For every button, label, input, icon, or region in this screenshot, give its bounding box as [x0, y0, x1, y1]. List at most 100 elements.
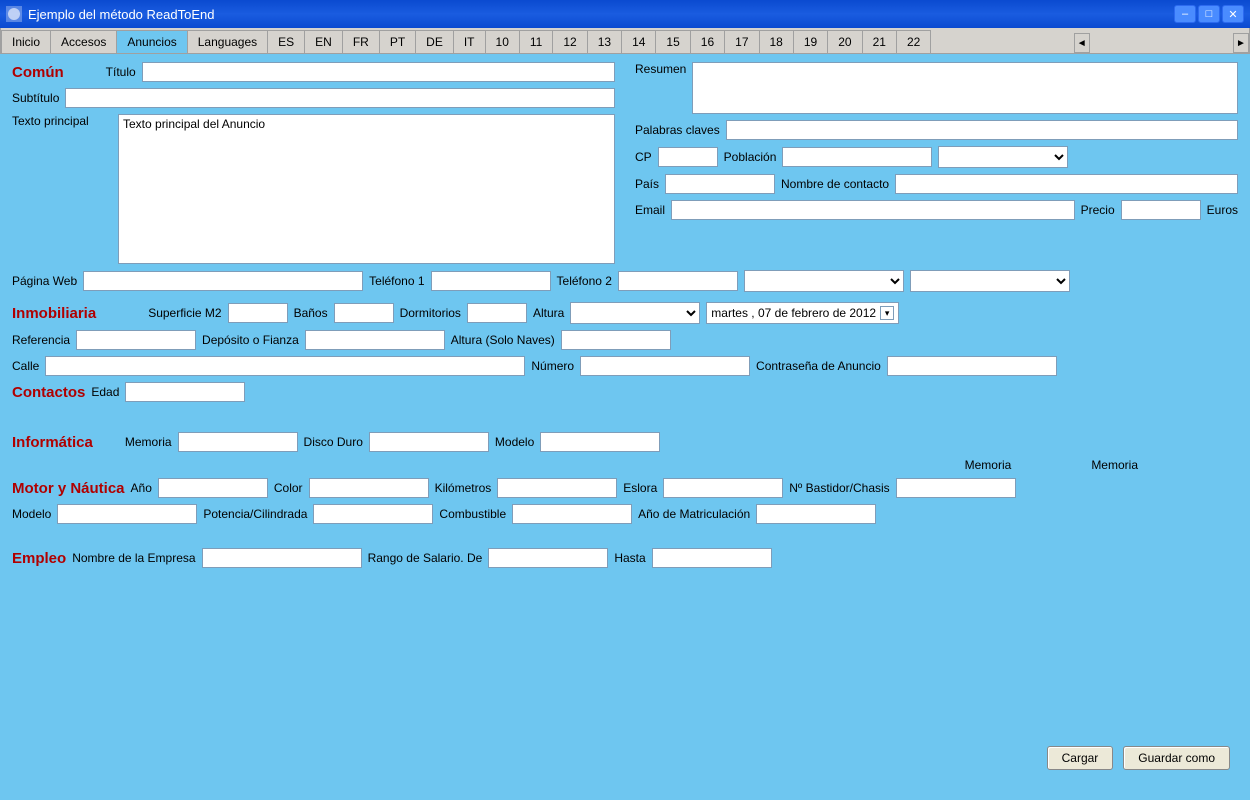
- pais-input[interactable]: [665, 174, 775, 194]
- euros-label: Euros: [1207, 203, 1238, 217]
- ano-input[interactable]: [158, 478, 268, 498]
- disco-duro-input[interactable]: [369, 432, 489, 452]
- tab-de[interactable]: DE: [415, 30, 454, 53]
- main-window: Ejemplo del método ReadToEnd – □ ✕ Inici…: [0, 0, 1250, 800]
- altura-select[interactable]: [570, 302, 700, 324]
- empresa-input[interactable]: [202, 548, 362, 568]
- modelo-motor-input[interactable]: [57, 504, 197, 524]
- tab-en[interactable]: EN: [304, 30, 343, 53]
- tab-fr[interactable]: FR: [342, 30, 380, 53]
- contrasena-input[interactable]: [887, 356, 1057, 376]
- kilometros-input[interactable]: [497, 478, 617, 498]
- tab-accesos[interactable]: Accesos: [50, 30, 117, 53]
- potencia-label: Potencia/Cilindrada: [203, 507, 307, 521]
- minimize-button[interactable]: –: [1174, 5, 1196, 23]
- titulo-input[interactable]: [142, 62, 615, 82]
- tab-it[interactable]: IT: [453, 30, 486, 53]
- deposito-input[interactable]: [305, 330, 445, 350]
- tab-20[interactable]: 20: [827, 30, 862, 53]
- resumen-label: Resumen: [635, 62, 686, 76]
- altura-naves-input[interactable]: [561, 330, 671, 350]
- tab-es[interactable]: ES: [267, 30, 305, 53]
- rango-salario-label: Rango de Salario. De: [368, 551, 483, 565]
- cp-label: CP: [635, 150, 652, 164]
- tab-16[interactable]: 16: [690, 30, 725, 53]
- superficie-input[interactable]: [228, 303, 288, 323]
- tab-12[interactable]: 12: [552, 30, 587, 53]
- referencia-input[interactable]: [76, 330, 196, 350]
- poblacion-select[interactable]: [938, 146, 1068, 168]
- color-input[interactable]: [309, 478, 429, 498]
- memoria2-label: Memoria: [965, 458, 1012, 472]
- edad-label: Edad: [91, 385, 119, 399]
- email-input[interactable]: [671, 200, 1075, 220]
- altura-label: Altura: [533, 306, 564, 320]
- dormitorios-input[interactable]: [467, 303, 527, 323]
- potencia-input[interactable]: [313, 504, 433, 524]
- kilometros-label: Kilómetros: [435, 481, 492, 495]
- tab-languages[interactable]: Languages: [187, 30, 268, 53]
- date-picker[interactable]: martes , 07 de febrero de 2012 ▾: [706, 302, 899, 324]
- subtitulo-input[interactable]: [65, 88, 615, 108]
- palabras-claves-input[interactable]: [726, 120, 1238, 140]
- extra-select-2[interactable]: [910, 270, 1070, 292]
- memoria-input[interactable]: [178, 432, 298, 452]
- texto-principal-textarea[interactable]: [118, 114, 615, 264]
- ano-label: Año: [131, 481, 152, 495]
- tab-13[interactable]: 13: [587, 30, 622, 53]
- rango-salario-hasta-input[interactable]: [652, 548, 772, 568]
- tab-11[interactable]: 11: [519, 30, 553, 53]
- tab-10[interactable]: 10: [485, 30, 520, 53]
- nombre-contacto-input[interactable]: [895, 174, 1238, 194]
- superficie-label: Superficie M2: [148, 306, 221, 320]
- tab-scroll-right-icon[interactable]: ►: [1233, 33, 1249, 53]
- cargar-button[interactable]: Cargar: [1047, 746, 1114, 770]
- precio-input[interactable]: [1121, 200, 1201, 220]
- pagina-web-input[interactable]: [83, 271, 363, 291]
- banos-label: Baños: [294, 306, 328, 320]
- eslora-label: Eslora: [623, 481, 657, 495]
- maximize-button[interactable]: □: [1198, 5, 1220, 23]
- app-icon: [6, 6, 22, 22]
- tab-scroll-left-icon[interactable]: ◄: [1074, 33, 1090, 53]
- ano-matriculacion-input[interactable]: [756, 504, 876, 524]
- pagina-web-label: Página Web: [12, 274, 77, 288]
- telefono2-label: Teléfono 2: [557, 274, 612, 288]
- edad-input[interactable]: [125, 382, 245, 402]
- tab-14[interactable]: 14: [621, 30, 656, 53]
- resumen-textarea[interactable]: [692, 62, 1238, 114]
- guardar-como-button[interactable]: Guardar como: [1123, 746, 1230, 770]
- pais-label: País: [635, 177, 659, 191]
- tab-15[interactable]: 15: [655, 30, 690, 53]
- cp-input[interactable]: [658, 147, 718, 167]
- tab-anuncios[interactable]: Anuncios: [116, 30, 187, 53]
- contrasena-label: Contraseña de Anuncio: [756, 359, 881, 373]
- modelo-label: Modelo: [495, 435, 534, 449]
- numero-input[interactable]: [580, 356, 750, 376]
- bastidor-input[interactable]: [896, 478, 1016, 498]
- texto-principal-label: Texto principal: [12, 114, 112, 128]
- modelo-input[interactable]: [540, 432, 660, 452]
- calle-input[interactable]: [45, 356, 525, 376]
- telefono2-input[interactable]: [618, 271, 738, 291]
- empresa-label: Nombre de la Empresa: [72, 551, 195, 565]
- deposito-label: Depósito o Fianza: [202, 333, 299, 347]
- section-empleo-title: Empleo: [12, 550, 66, 567]
- tab-22[interactable]: 22: [896, 30, 931, 53]
- telefono1-input[interactable]: [431, 271, 551, 291]
- tab-inicio[interactable]: Inicio: [1, 30, 51, 53]
- rango-salario-de-input[interactable]: [488, 548, 608, 568]
- combustible-input[interactable]: [512, 504, 632, 524]
- tab-pt[interactable]: PT: [379, 30, 416, 53]
- tab-bar: InicioAccesosAnunciosLanguagesESENFRPTDE…: [0, 28, 1250, 54]
- extra-select-1[interactable]: [744, 270, 904, 292]
- eslora-input[interactable]: [663, 478, 783, 498]
- banos-input[interactable]: [334, 303, 394, 323]
- close-button[interactable]: ✕: [1222, 5, 1244, 23]
- date-dropdown-icon[interactable]: ▾: [880, 306, 894, 320]
- tab-17[interactable]: 17: [724, 30, 759, 53]
- poblacion-input[interactable]: [782, 147, 932, 167]
- tab-21[interactable]: 21: [862, 30, 897, 53]
- tab-18[interactable]: 18: [759, 30, 794, 53]
- tab-19[interactable]: 19: [793, 30, 828, 53]
